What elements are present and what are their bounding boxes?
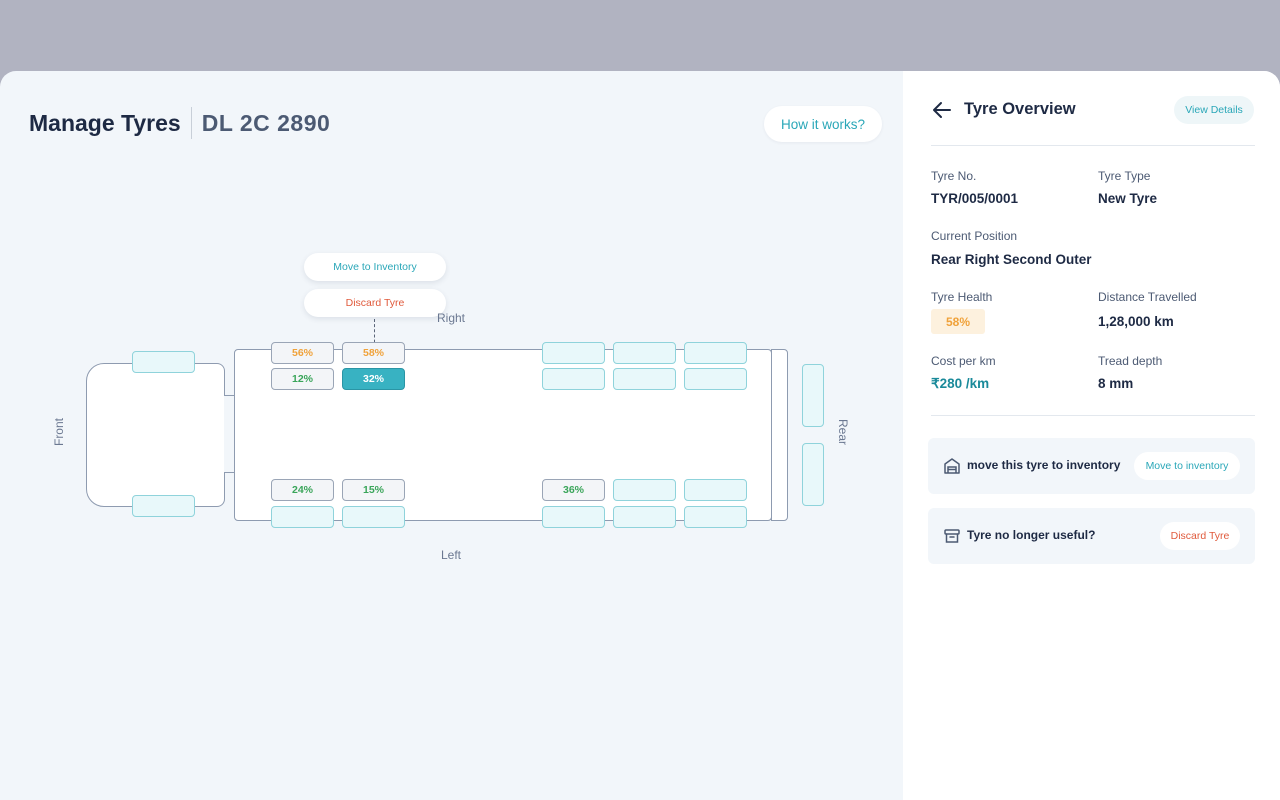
right-side-label: Right [437, 311, 466, 325]
title-divider [190, 107, 192, 139]
tyre-right-2-inner-selected[interactable]: 32% [342, 368, 405, 390]
divider [931, 415, 1255, 416]
move-card-text: move this tyre to inventory [967, 458, 1121, 472]
tyre-right-3-outer[interactable] [542, 342, 605, 364]
tyre-left-4-inner[interactable] [613, 479, 676, 501]
popover-move-to-inventory-button[interactable]: Move to Inventory [304, 253, 446, 281]
tyre-right-4-inner[interactable] [613, 368, 676, 390]
back-arrow-icon[interactable] [931, 99, 953, 121]
tyre-left-4-outer[interactable] [613, 506, 676, 528]
front-label: Front [52, 418, 66, 447]
discard-tyre-card: Tyre no longer useful? Discard Tyre [928, 508, 1255, 564]
tyre-left-3-inner[interactable]: 36% [542, 479, 605, 501]
tyre-left-1-outer[interactable] [271, 506, 334, 528]
current-position-label: Current Position [931, 229, 1018, 243]
tyre-no-value: TYR/005/0001 [931, 191, 1019, 206]
page-title: Manage Tyres [29, 109, 181, 136]
discard-tyre-button[interactable]: Discard Tyre [1160, 522, 1240, 550]
tyre-type-value: New Tyre [1098, 191, 1158, 206]
popover-discard-tyre-button[interactable]: Discard Tyre [304, 289, 446, 317]
main-area: Manage Tyres DL 2C 2890 How it works? Mo… [0, 71, 903, 800]
tyre-overview-panel: Tyre Overview View Details Tyre No. TYR/… [903, 71, 1280, 800]
tyre-left-1-inner[interactable]: 24% [271, 479, 334, 501]
divider [931, 145, 1255, 146]
tyre-left-2-outer[interactable] [342, 506, 405, 528]
tyre-left-5-inner[interactable] [684, 479, 747, 501]
tyre-front-left[interactable] [132, 495, 195, 517]
tyre-left-5-outer[interactable] [684, 506, 747, 528]
move-to-inventory-card: move this tyre to inventory Move to inve… [928, 438, 1255, 494]
vehicle-trailer-rear [771, 349, 788, 521]
tyre-health-badge: 58% [931, 309, 985, 334]
current-position-value: Rear Right Second Outer [931, 252, 1092, 267]
tyre-right-2-outer[interactable]: 58% [342, 342, 405, 364]
panel-title: Tyre Overview [964, 100, 1076, 118]
tyre-type-label: Tyre Type [1098, 169, 1151, 183]
how-it-works-button[interactable]: How it works? [764, 106, 882, 142]
tyre-right-5-inner[interactable] [684, 368, 747, 390]
archive-box-icon [944, 529, 960, 543]
tyre-left-3-outer[interactable] [542, 506, 605, 528]
app-window: Manage Tyres DL 2C 2890 How it works? Mo… [0, 71, 1280, 800]
vehicle-number: DL 2C 2890 [201, 109, 331, 136]
view-details-button[interactable]: View Details [1174, 96, 1254, 124]
tyre-right-1-outer[interactable]: 56% [271, 342, 334, 364]
tyre-spare-1[interactable] [802, 364, 824, 427]
move-to-inventory-button[interactable]: Move to inventory [1134, 452, 1240, 480]
tyre-right-4-outer[interactable] [613, 342, 676, 364]
tyre-front-right[interactable] [132, 351, 195, 373]
cost-per-km-label: Cost per km [931, 354, 996, 368]
tyre-no-label: Tyre No. [931, 169, 977, 183]
tyre-right-5-outer[interactable] [684, 342, 747, 364]
tyre-right-3-inner[interactable] [542, 368, 605, 390]
rear-label: Rear [836, 419, 850, 446]
title-row: Manage Tyres DL 2C 2890 [29, 107, 330, 139]
warehouse-icon [944, 458, 960, 474]
cost-per-km-value: ₹280 /km [931, 376, 990, 391]
vehicle-cab [86, 363, 225, 507]
left-side-label: Left [441, 548, 462, 562]
distance-value: 1,28,000 km [1098, 314, 1174, 329]
tyre-left-2-inner[interactable]: 15% [342, 479, 405, 501]
tyre-right-1-inner[interactable]: 12% [271, 368, 334, 390]
discard-card-text: Tyre no longer useful? [967, 528, 1096, 542]
tread-depth-label: Tread depth [1098, 354, 1163, 368]
distance-label: Distance Travelled [1098, 290, 1197, 304]
tyre-spare-2[interactable] [802, 443, 824, 506]
tyre-health-label: Tyre Health [931, 290, 993, 304]
tread-depth-value: 8 mm [1098, 376, 1134, 391]
